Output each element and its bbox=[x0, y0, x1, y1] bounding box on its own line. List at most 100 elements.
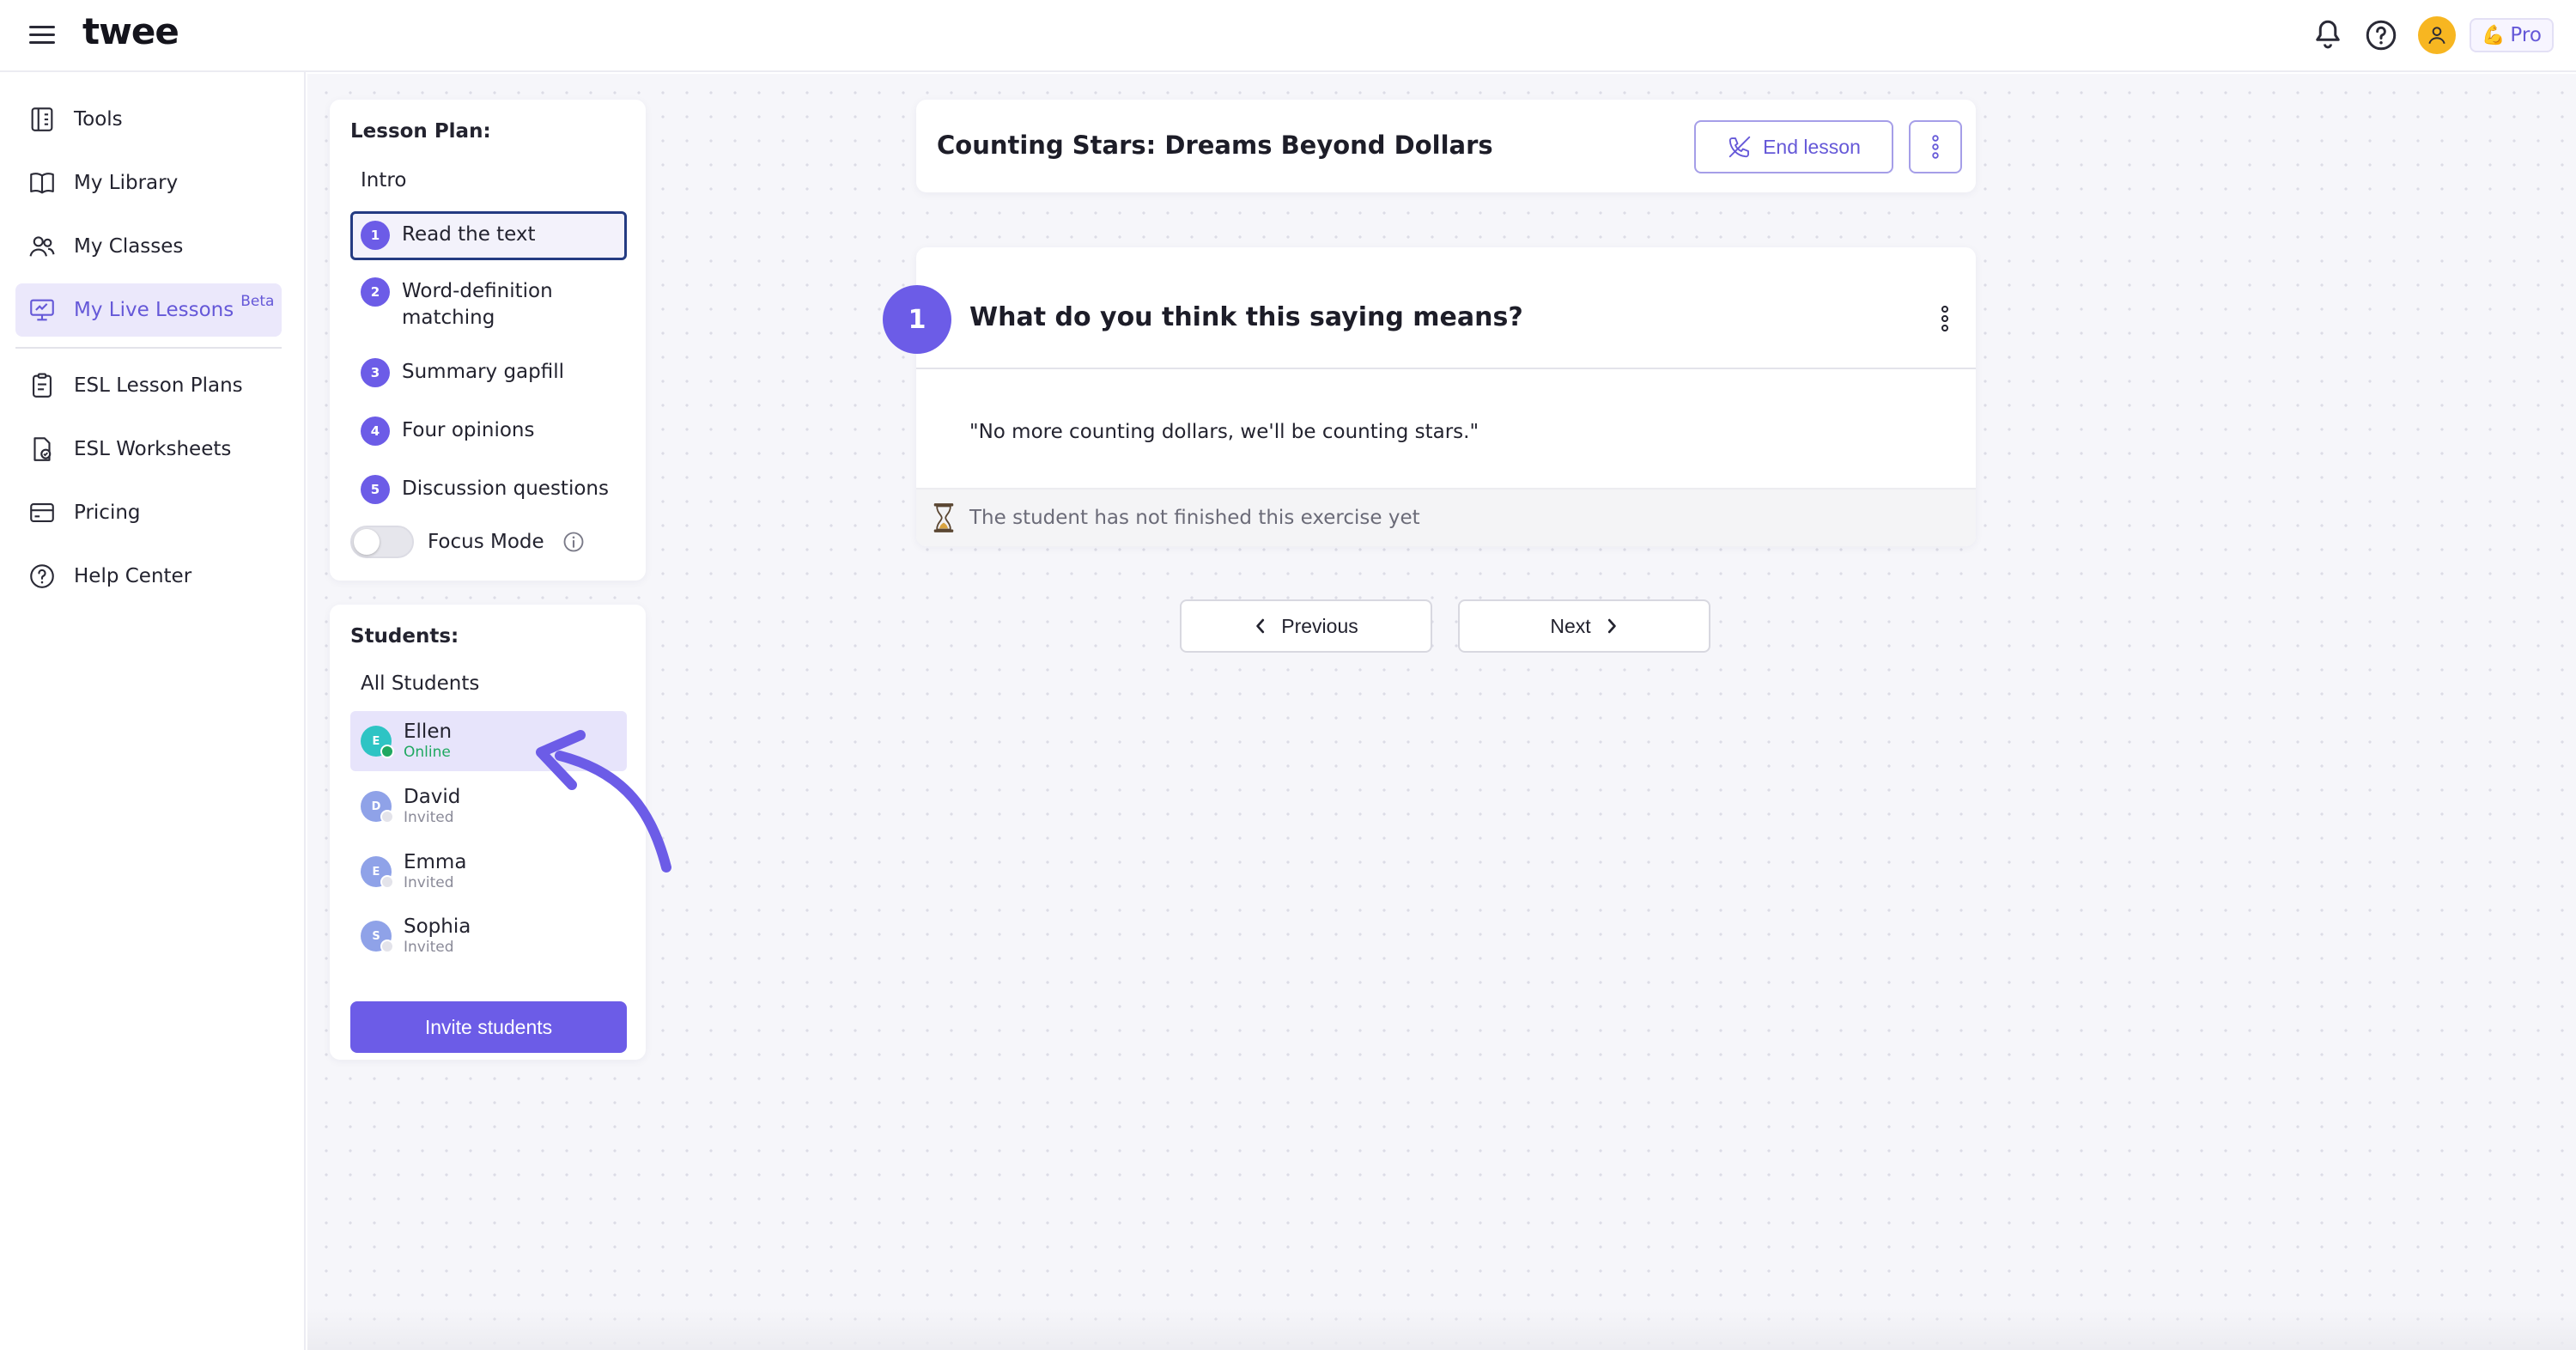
lesson-plan-intro[interactable]: Intro bbox=[350, 161, 625, 199]
status-dot bbox=[380, 810, 394, 824]
tools-icon bbox=[31, 107, 53, 131]
student-status: Online bbox=[404, 744, 451, 761]
exercise-quote: "No more counting dollars, we'll be coun… bbox=[969, 421, 1479, 443]
avatar: E bbox=[361, 726, 394, 758]
sidebar-item-my-live-lessons[interactable]: My Live Lessons Beta bbox=[15, 283, 282, 337]
invite-students-button[interactable]: Invite students bbox=[350, 1001, 627, 1053]
avatar: D bbox=[361, 791, 394, 824]
phone-off-icon bbox=[1728, 136, 1751, 158]
app-logo[interactable]: twee bbox=[82, 10, 179, 52]
avatar-initial: E bbox=[372, 865, 380, 879]
sidebar-item-label: ESL Worksheets bbox=[74, 438, 232, 460]
student-status: Invited bbox=[404, 939, 454, 956]
lesson-header: Counting Stars: Dreams Beyond Dollars En… bbox=[916, 100, 1976, 192]
sidebar-item-label: My Library bbox=[74, 172, 179, 194]
lesson-plan-heading: Lesson Plan: bbox=[350, 120, 491, 143]
end-lesson-label: End lesson bbox=[1763, 135, 1861, 158]
sidebar-item-esl-lesson-plans[interactable]: ESL Lesson Plans bbox=[15, 359, 282, 412]
sidebar-item-label: Help Center bbox=[74, 565, 192, 587]
avatar: S bbox=[361, 921, 394, 953]
lesson-plan-panel: Lesson Plan: Intro 1 Read the text 2 Wor… bbox=[330, 100, 646, 581]
previous-button[interactable]: Previous bbox=[1180, 599, 1432, 653]
next-label: Next bbox=[1550, 614, 1591, 637]
sidebar: Tools My Library My Classes My Live Less… bbox=[0, 72, 306, 1350]
focus-mode-row: Focus Mode bbox=[350, 526, 586, 558]
student-status: Invited bbox=[404, 874, 454, 891]
top-bar: twee 💪 Pro bbox=[0, 0, 2576, 72]
avatar: E bbox=[361, 856, 394, 889]
all-students-item[interactable]: All Students bbox=[350, 663, 625, 704]
next-button[interactable]: Next bbox=[1458, 599, 1710, 653]
pro-badge[interactable]: 💪 Pro bbox=[2470, 18, 2554, 52]
info-icon[interactable] bbox=[562, 530, 586, 554]
student-item-sophia[interactable]: S Sophia Invited bbox=[350, 906, 627, 966]
lesson-menu-button[interactable] bbox=[1909, 120, 1962, 173]
chevron-left-icon bbox=[1256, 618, 1265, 634]
bottom-fade bbox=[307, 1307, 2576, 1350]
sidebar-item-label: Pricing bbox=[74, 502, 141, 524]
more-vertical-icon bbox=[1941, 306, 1948, 331]
step-number: 5 bbox=[361, 475, 390, 504]
sidebar-item-my-library[interactable]: My Library bbox=[15, 156, 282, 210]
sidebar-item-label: Tools bbox=[74, 108, 123, 131]
exercise-question: What do you think this saying means? bbox=[969, 302, 1523, 332]
status-dot bbox=[380, 940, 394, 953]
lesson-step-3[interactable]: 3 Summary gapfill bbox=[350, 349, 627, 398]
sidebar-item-label: ESL Lesson Plans bbox=[74, 374, 243, 397]
student-name: David bbox=[404, 786, 461, 808]
worksheet-icon bbox=[33, 437, 52, 461]
sidebar-item-tools[interactable]: Tools bbox=[15, 93, 282, 146]
help-icon[interactable] bbox=[2363, 17, 2399, 53]
lesson-title: Counting Stars: Dreams Beyond Dollars bbox=[937, 131, 1493, 160]
focus-mode-label: Focus Mode bbox=[428, 531, 544, 553]
muscle-icon: 💪 bbox=[2482, 24, 2506, 46]
lesson-step-4[interactable]: 4 Four opinions bbox=[350, 407, 627, 456]
bell-icon[interactable] bbox=[2310, 17, 2346, 53]
end-lesson-button[interactable]: End lesson bbox=[1694, 120, 1893, 173]
focus-mode-toggle[interactable] bbox=[350, 526, 414, 558]
exercise-divider bbox=[916, 368, 1976, 369]
book-icon bbox=[30, 173, 54, 194]
users-icon bbox=[29, 236, 55, 257]
step-label: Read the text bbox=[402, 223, 536, 246]
exercise-status-text: The student has not finished this exerci… bbox=[969, 507, 1420, 529]
lesson-step-1[interactable]: 1 Read the text bbox=[350, 211, 627, 260]
pointer-arrow-icon bbox=[536, 730, 671, 873]
sidebar-item-label: My Classes bbox=[74, 235, 184, 258]
card-icon bbox=[30, 503, 54, 522]
sidebar-item-label: My Live Lessons bbox=[74, 299, 234, 321]
main-area: Lesson Plan: Intro 1 Read the text 2 Wor… bbox=[307, 74, 2576, 1350]
previous-label: Previous bbox=[1281, 614, 1358, 637]
user-avatar[interactable] bbox=[2418, 16, 2456, 54]
student-name: Sophia bbox=[404, 915, 471, 938]
sidebar-item-esl-worksheets[interactable]: ESL Worksheets bbox=[15, 423, 282, 476]
sidebar-item-pricing[interactable]: Pricing bbox=[15, 486, 282, 539]
step-label: Discussion questions bbox=[402, 477, 609, 500]
student-name: Ellen bbox=[404, 721, 453, 743]
online-status-dot bbox=[380, 745, 394, 758]
pro-label: Pro bbox=[2510, 24, 2542, 46]
step-label: Word-definition matching bbox=[402, 280, 553, 329]
chevron-right-icon bbox=[1607, 618, 1616, 634]
exercise-menu-button[interactable] bbox=[1928, 297, 1962, 340]
lesson-step-2[interactable]: 2 Word-definition matching bbox=[350, 268, 627, 342]
sidebar-item-my-classes[interactable]: My Classes bbox=[15, 220, 282, 273]
step-number: 4 bbox=[361, 417, 390, 446]
hourglass-icon bbox=[933, 503, 954, 532]
status-dot bbox=[380, 875, 394, 889]
student-status: Invited bbox=[404, 809, 454, 826]
sidebar-item-help-center[interactable]: Help Center bbox=[15, 550, 282, 603]
menu-icon[interactable] bbox=[26, 21, 58, 52]
exercise-number-badge: 1 bbox=[883, 285, 951, 354]
students-heading: Students: bbox=[350, 625, 459, 648]
more-vertical-icon bbox=[1932, 135, 1939, 159]
presentation-icon bbox=[30, 299, 54, 321]
lesson-step-5[interactable]: 5 Discussion questions bbox=[350, 465, 627, 514]
step-label: Summary gapfill bbox=[402, 361, 565, 383]
step-number: 3 bbox=[361, 358, 390, 387]
step-label: Four opinions bbox=[402, 419, 535, 441]
step-number: 1 bbox=[361, 221, 390, 250]
avatar-initial: D bbox=[371, 800, 381, 813]
beta-badge: Beta bbox=[240, 293, 275, 310]
clipboard-icon bbox=[33, 373, 52, 398]
